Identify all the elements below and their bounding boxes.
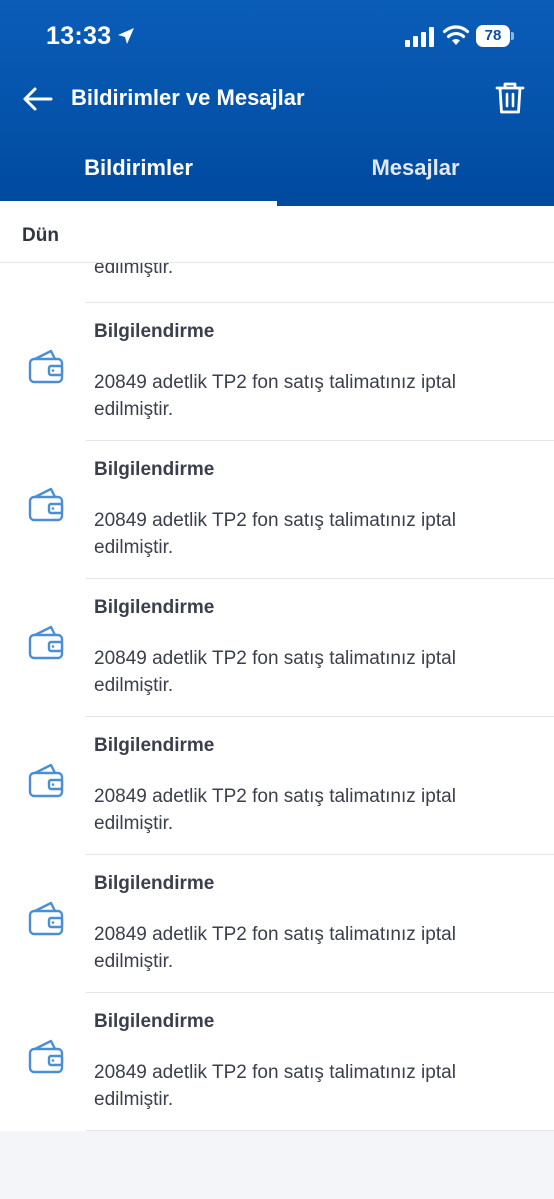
wallet-icon: [28, 1039, 64, 1074]
tab-bar: Bildirimler Mesajlar: [0, 142, 554, 206]
item-title: Bilgilendirme: [94, 873, 215, 894]
cellular-signal-icon: [405, 27, 434, 47]
date-section-header: Dün: [0, 206, 554, 263]
list-item[interactable]: Bilgilendirme 20849 adetlik TP2 fon satı…: [0, 855, 554, 993]
item-title: Bilgilendirme: [94, 1011, 215, 1032]
item-title: Bilgilendirme: [94, 459, 215, 480]
list-item[interactable]: Bilgilendirme 20849 adetlik TP2 fon satı…: [0, 993, 554, 1131]
nav-bar: Bildirimler ve Mesajlar: [0, 72, 554, 128]
list-item[interactable]: Bilgilendirme 20849 adetlik TP2 fon satı…: [0, 717, 554, 855]
item-body: 20849 adetlik TP2 fon satış talimatınız …: [94, 510, 456, 558]
item-body: 20849 adetlik TP2 fon satış talimatınız …: [94, 1062, 456, 1110]
battery-level: 78: [476, 25, 510, 47]
tab-notifications[interactable]: Bildirimler: [0, 142, 277, 206]
status-time: 13:33: [46, 22, 112, 50]
item-body: edilmiştir.: [94, 263, 174, 278]
notification-list[interactable]: edilmiştir. Bilgilendirme 20849 adetlik …: [0, 263, 554, 1131]
arrow-left-icon[interactable]: [20, 82, 54, 116]
wallet-icon: [28, 487, 64, 522]
list-item[interactable]: Bilgilendirme 20849 adetlik TP2 fon satı…: [0, 579, 554, 717]
item-body: 20849 adetlik TP2 fon satış talimatınız …: [94, 924, 456, 972]
item-body: 20849 adetlik TP2 fon satış talimatınız …: [94, 372, 456, 420]
item-body: 20849 adetlik TP2 fon satış talimatınız …: [94, 786, 456, 834]
item-title: Bilgilendirme: [94, 597, 215, 618]
battery-icon: 78: [476, 25, 514, 47]
list-item[interactable]: Bilgilendirme 20849 adetlik TP2 fon satı…: [0, 303, 554, 441]
status-bar: 13:33 78: [0, 0, 554, 72]
section-label: Dün: [22, 225, 59, 246]
battery-tip: [511, 32, 514, 40]
list-item[interactable]: Bilgilendirme 20849 adetlik TP2 fon satı…: [0, 441, 554, 579]
wallet-icon: [28, 763, 64, 798]
list-footer-space: [0, 1131, 554, 1199]
item-body: 20849 adetlik TP2 fon satış talimatınız …: [94, 648, 456, 696]
location-arrow-icon: [118, 28, 134, 44]
list-item-partial[interactable]: edilmiştir.: [86, 263, 554, 303]
app-header: 13:33 78 Bildirimler ve Mesajlar Bildiri…: [0, 0, 554, 206]
item-title: Bilgilendirme: [94, 321, 215, 342]
page-title: Bildirimler ve Mesajlar: [71, 85, 305, 110]
wifi-icon: [442, 25, 470, 45]
wallet-icon: [28, 901, 64, 936]
wallet-icon: [28, 349, 64, 384]
tab-messages[interactable]: Mesajlar: [277, 142, 554, 206]
wallet-icon: [28, 625, 64, 660]
trash-icon[interactable]: [494, 80, 526, 116]
item-title: Bilgilendirme: [94, 735, 215, 756]
